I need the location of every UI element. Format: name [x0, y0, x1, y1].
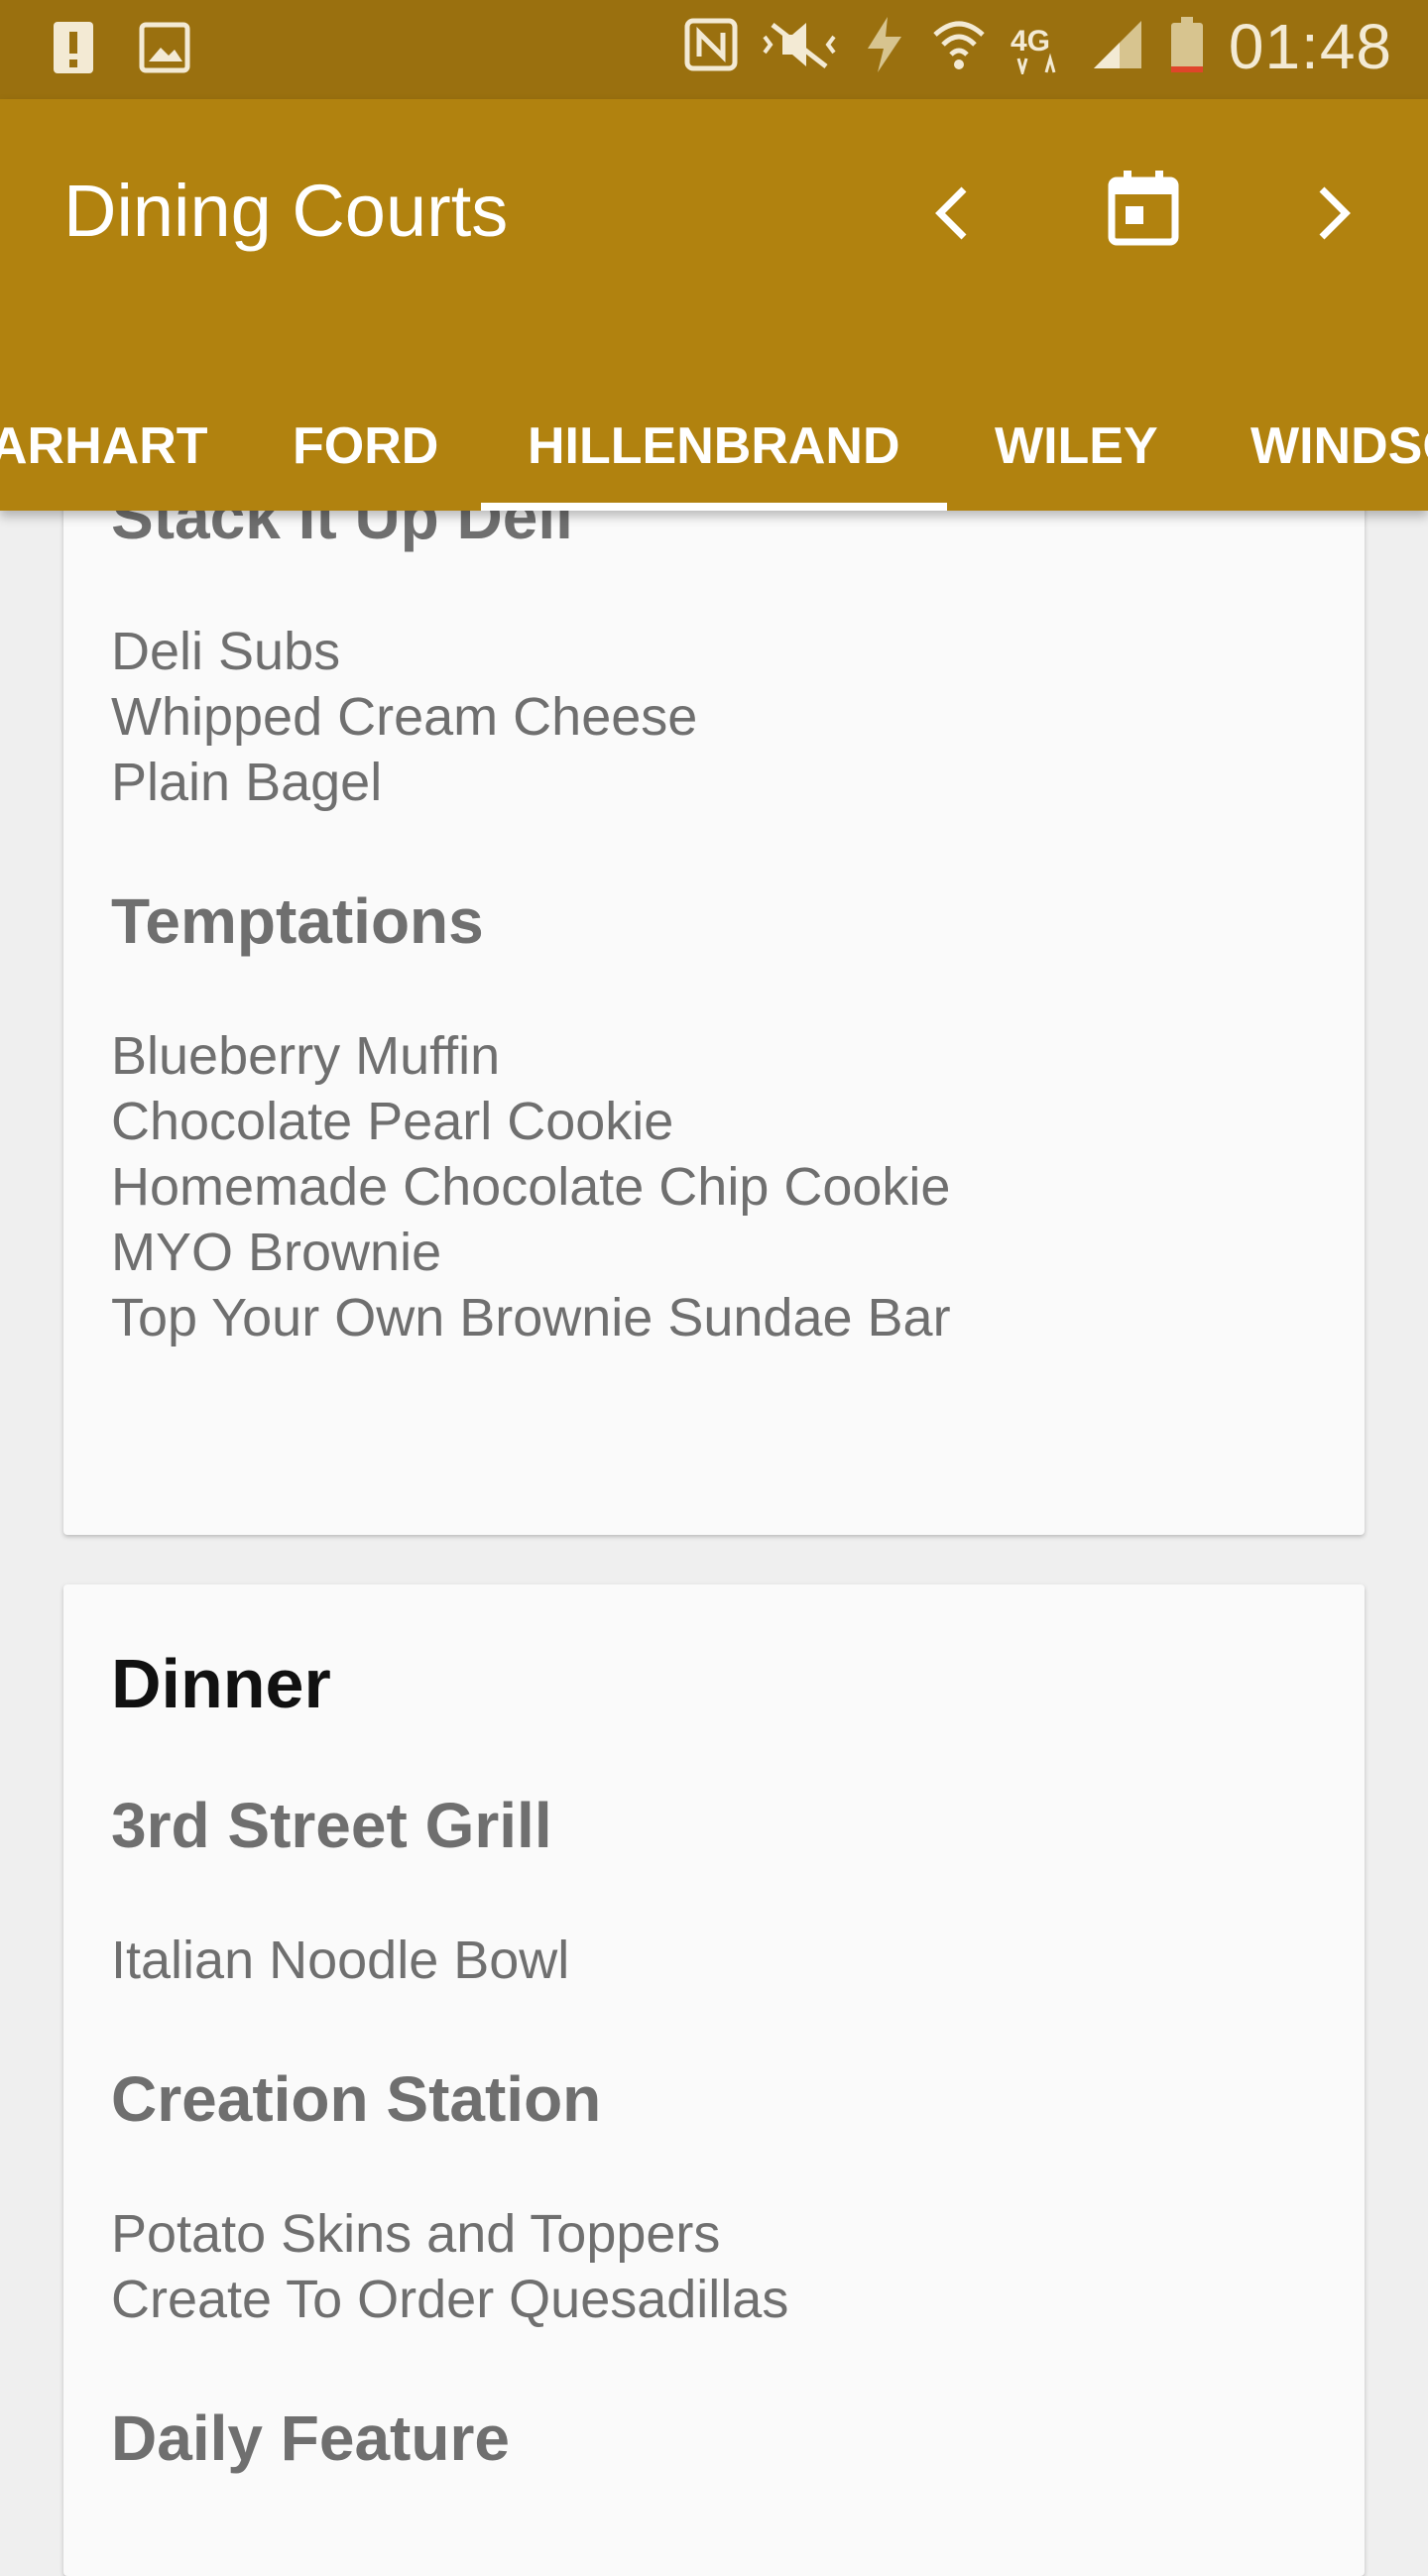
- app-bar: Dining Courts ARHART FORD HILLENBRAND WI…: [0, 99, 1428, 511]
- menu-item: Blueberry Muffin: [111, 1026, 501, 1086]
- menu-item: Plain Bagel: [111, 753, 383, 812]
- status-left-icons: [52, 18, 190, 82]
- tab-earhart[interactable]: ARHART: [0, 382, 208, 511]
- nfc-icon: [683, 17, 739, 77]
- menu-item: Chocolate Pearl Cookie: [111, 1092, 674, 1151]
- menu-item: Whipped Cream Cheese: [111, 687, 698, 747]
- image-icon: [139, 22, 190, 78]
- signal-icon: [1090, 17, 1145, 77]
- previous-day-button[interactable]: [922, 174, 982, 253]
- menu-item: MYO Brownie: [111, 1223, 442, 1282]
- wifi-icon: [931, 15, 987, 79]
- station-title: 3rd Street Grill: [111, 1790, 552, 1861]
- mute-icon: [761, 17, 838, 77]
- menu-item: Homemade Chocolate Chip Cookie: [111, 1157, 951, 1217]
- meal-title: Dinner: [111, 1645, 331, 1722]
- calendar-button[interactable]: [1106, 169, 1181, 248]
- dining-court-tabs: ARHART FORD HILLENBRAND WILEY WINDSO: [0, 382, 1428, 511]
- station-title: Creation Station: [111, 2063, 602, 2135]
- selected-tab-indicator: [481, 503, 947, 511]
- status-right-icons: 4G 01:48: [683, 10, 1392, 83]
- tab-wiley[interactable]: WILEY: [995, 382, 1158, 511]
- app-title: Dining Courts: [63, 170, 509, 252]
- tab-ford[interactable]: FORD: [293, 382, 438, 511]
- clock: 01:48: [1228, 11, 1392, 82]
- menu-item: Create To Order Quesadillas: [111, 2270, 789, 2329]
- alert-icon: [52, 18, 95, 82]
- lte-icon: 4G: [1009, 15, 1068, 79]
- tab-hillenbrand[interactable]: HILLENBRAND: [528, 382, 900, 511]
- status-bar: 4G 01:48: [0, 0, 1428, 99]
- svg-text:4G: 4G: [1011, 25, 1050, 58]
- tab-windsor[interactable]: WINDSO: [1250, 382, 1428, 511]
- chevron-right-icon: [1319, 186, 1351, 240]
- menu-card: Stack It Up Deli Deli Subs Whipped Cream…: [63, 436, 1365, 1535]
- menu-item: Italian Noodle Bowl: [111, 1931, 570, 1990]
- data-icon: [860, 15, 909, 79]
- menu-item: Potato Skins and Toppers: [111, 2204, 721, 2264]
- next-day-button[interactable]: [1304, 174, 1364, 253]
- station-title: Daily Feature: [111, 2402, 510, 2474]
- menu-item: Top Your Own Brownie Sundae Bar: [111, 1288, 951, 1347]
- menu-item: Deli Subs: [111, 622, 341, 681]
- calendar-icon: [1108, 171, 1179, 246]
- chevron-left-icon: [935, 186, 967, 240]
- dinner-card: Dinner 3rd Street Grill Italian Noodle B…: [63, 1584, 1365, 2576]
- station-title: Temptations: [111, 885, 484, 957]
- battery-icon: [1167, 15, 1207, 79]
